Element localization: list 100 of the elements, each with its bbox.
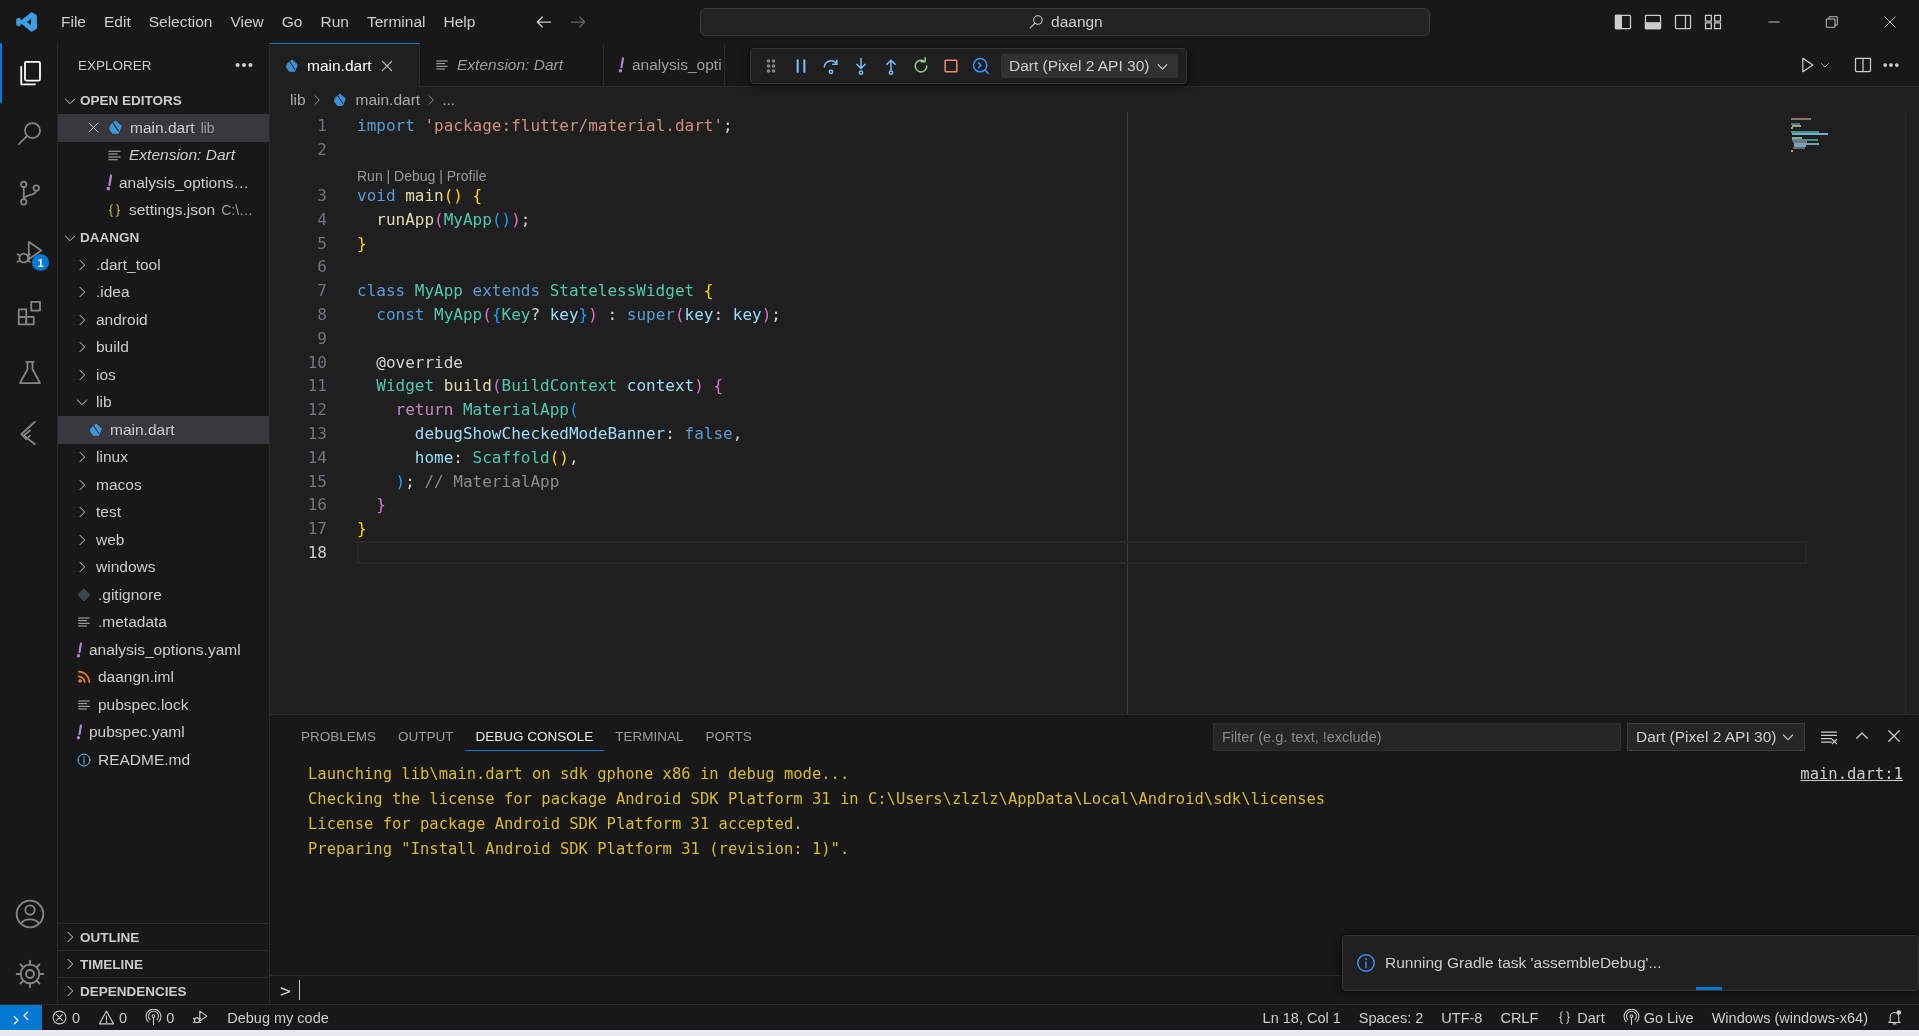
source-link[interactable]: main.dart:1 bbox=[1800, 761, 1903, 786]
badge: 1 bbox=[32, 254, 49, 271]
target-dropdown[interactable]: Dart (Pixel 2 API 30) bbox=[1001, 54, 1179, 78]
braces-icon bbox=[106, 201, 123, 219]
panel-tab[interactable]: PROBLEMS bbox=[290, 723, 388, 751]
tree-folder[interactable]: macos bbox=[58, 471, 269, 499]
command-center-text: daangn bbox=[1051, 12, 1103, 31]
lines-icon bbox=[434, 57, 450, 73]
tree-folder[interactable]: windows bbox=[58, 553, 269, 581]
line-number: 3 bbox=[316, 186, 327, 205]
menu-item[interactable]: Help bbox=[434, 8, 485, 35]
status-item[interactable]: 0 bbox=[89, 1005, 137, 1030]
section-header[interactable]: OPEN EDITORS bbox=[58, 87, 269, 114]
dart-file-icon bbox=[284, 57, 300, 74]
line-number: 9 bbox=[316, 328, 327, 348]
code-line: home: Scaffold(), bbox=[413, 447, 579, 467]
menu-item[interactable]: Selection bbox=[139, 8, 222, 35]
tree-folder[interactable]: web bbox=[58, 526, 269, 554]
line-number: 10 bbox=[306, 352, 327, 372]
minimap-drawing[interactable] bbox=[1791, 118, 1831, 152]
tree-folder[interactable]: build bbox=[58, 333, 269, 361]
tree-entry[interactable]: pubspec.yaml bbox=[58, 718, 269, 746]
tree-entry[interactable]: .metadata bbox=[58, 608, 269, 636]
status-item[interactable]: Ln 18, Col 1 bbox=[1253, 1005, 1350, 1030]
editor-tab[interactable]: main.dart bbox=[270, 43, 420, 87]
line-number: 14 bbox=[306, 447, 327, 467]
tree-folder[interactable]: android bbox=[58, 306, 269, 334]
tree-folder[interactable]: .dart_tool bbox=[58, 251, 269, 279]
menu-item[interactable]: Edit bbox=[95, 8, 140, 35]
settings-icon[interactable] bbox=[13, 958, 46, 990]
panel-tab[interactable]: OUTPUT bbox=[387, 723, 465, 751]
menu-item[interactable]: File bbox=[52, 8, 95, 35]
prompt-sign: > bbox=[280, 979, 291, 1001]
exclamation-icon bbox=[618, 57, 625, 73]
tree-folder[interactable]: test bbox=[58, 498, 269, 526]
code-line: ); // MaterialApp bbox=[394, 471, 560, 491]
code-line: } bbox=[357, 233, 367, 253]
line-number: 16 bbox=[306, 495, 327, 515]
console-line: Launching lib\main.dart on sdk gphone x86 in debug mode... bbox=[308, 763, 850, 785]
menu-item[interactable]: View bbox=[221, 8, 273, 35]
dart-file-icon bbox=[107, 119, 124, 137]
stop-icon[interactable] bbox=[941, 56, 961, 76]
section-header[interactable]: TIMELINE bbox=[58, 950, 269, 977]
panel-tab[interactable]: TERMINAL bbox=[604, 723, 695, 751]
command-center[interactable]: daangn bbox=[700, 7, 1431, 36]
panel-tab[interactable]: PORTS bbox=[694, 723, 763, 751]
tree-folder[interactable]: ios bbox=[58, 361, 269, 389]
section-header[interactable]: DAANGN bbox=[58, 224, 269, 251]
menu-item[interactable]: Run bbox=[311, 8, 358, 35]
section-header[interactable]: OUTLINE bbox=[58, 923, 269, 950]
code-line: } bbox=[357, 519, 367, 539]
info-icon bbox=[1355, 952, 1377, 974]
status-item[interactable]: 0 bbox=[136, 1005, 184, 1030]
close-icon[interactable] bbox=[1885, 727, 1903, 745]
tree-entry[interactable]: main.dart bbox=[58, 416, 269, 444]
code-line: void main() { bbox=[357, 186, 483, 205]
breadcrumb-item[interactable]: main.dart bbox=[355, 90, 421, 109]
status-item[interactable]: Go Live bbox=[1613, 1005, 1703, 1030]
status-item[interactable]: UTF-8 bbox=[1432, 1005, 1492, 1030]
filter-field[interactable]: Filter (e.g. text, !exclude) bbox=[1213, 723, 1621, 751]
code-lens[interactable]: Run | Debug | Profile bbox=[357, 167, 487, 184]
tree-folder[interactable]: .idea bbox=[58, 278, 269, 306]
line-number: 4 bbox=[316, 209, 327, 229]
tree-folder[interactable]: linux bbox=[58, 443, 269, 471]
code-line: import 'package:flutter/material.dart'; bbox=[357, 116, 733, 136]
open-editor-item[interactable]: settings.json C:\… bbox=[58, 196, 269, 224]
breadcrumb-item[interactable]: lib bbox=[290, 90, 306, 109]
code-line: const MyApp({Key? key}) : super(key: key); bbox=[375, 304, 781, 324]
open-editor-item[interactable]: analysis_options… bbox=[58, 169, 269, 197]
menu-item[interactable]: Go bbox=[272, 8, 312, 35]
panel-tab[interactable]: DEBUG CONSOLE bbox=[464, 723, 605, 751]
tree-entry[interactable]: pubspec.lock bbox=[58, 691, 269, 719]
dart-file-icon bbox=[88, 421, 104, 438]
tree-folder[interactable]: lib bbox=[58, 388, 269, 416]
status-item[interactable]: 0 bbox=[42, 1005, 90, 1030]
error-icon bbox=[51, 1009, 68, 1026]
tree-entry[interactable]: analysis_options.yaml bbox=[58, 636, 269, 664]
status-item[interactable]: Spaces: 2 bbox=[1349, 1005, 1433, 1030]
editor-tab[interactable]: analysis_opti bbox=[604, 43, 725, 86]
open-editor-item[interactable]: Extension: Dart bbox=[58, 141, 269, 169]
inspector-icon[interactable] bbox=[971, 56, 991, 76]
session-dropdown[interactable]: Dart (Pixel 2 API 30) bbox=[1627, 723, 1805, 751]
status-item[interactable]: Debug my code bbox=[183, 1005, 338, 1030]
menu-item[interactable]: Terminal bbox=[357, 8, 435, 35]
status-item[interactable]: Windows (windows-x64) bbox=[1702, 1005, 1877, 1030]
tree-entry[interactable]: README.md bbox=[58, 746, 269, 774]
status-item[interactable]: CRLF bbox=[1491, 1005, 1548, 1030]
open-editor-item[interactable]: main.dart lib bbox=[58, 114, 269, 142]
tree-entry[interactable]: daangn.iml bbox=[58, 663, 269, 691]
search-icon bbox=[1028, 13, 1045, 30]
line-number: 12 bbox=[306, 400, 327, 420]
exclamation-icon bbox=[106, 174, 113, 192]
account-icon[interactable] bbox=[13, 898, 46, 930]
status-item[interactable]: Dart bbox=[1547, 1005, 1614, 1030]
remote-button[interactable] bbox=[0, 1005, 42, 1030]
play-bug-icon bbox=[192, 1009, 210, 1026]
editor-tab[interactable]: Extension: Dart bbox=[420, 43, 604, 86]
line-number: 2 bbox=[316, 140, 327, 160]
tree-entry[interactable]: .gitignore bbox=[58, 581, 269, 609]
breadcrumb-item[interactable]: ... bbox=[442, 90, 456, 109]
